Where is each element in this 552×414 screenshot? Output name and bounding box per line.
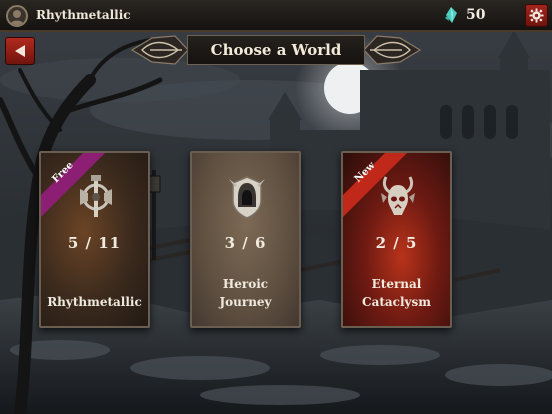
world-card-heroic-journey[interactable]: 3 / 6 Heroic Journey xyxy=(190,151,301,328)
world-name: Rhythmetallic xyxy=(47,295,142,309)
avatar-silhouette-icon xyxy=(10,10,24,25)
world-name-line-2: Journey xyxy=(219,295,272,309)
gear-icon xyxy=(529,8,544,23)
world-name: Eternal Cataclysm xyxy=(343,275,450,311)
top-bar: Rhythmetallic 50 xyxy=(0,0,552,32)
world-card-eternal-cataclysm[interactable]: 2 / 5 Eternal Cataclysm New xyxy=(341,151,452,328)
gem-icon xyxy=(445,7,457,23)
hooded-hero-emblem-icon xyxy=(229,176,265,219)
world-progress: 3 / 6 xyxy=(224,234,267,252)
player-name: Rhythmetallic xyxy=(36,8,131,22)
world-name-line-1: Heroic xyxy=(222,277,269,291)
world-name: Heroic Journey xyxy=(192,275,299,311)
player-avatar[interactable] xyxy=(6,5,28,27)
demon-skull-emblem-icon xyxy=(381,176,415,215)
page-title: Choose a World xyxy=(187,35,365,65)
world-name-line-1: Eternal xyxy=(371,277,422,291)
gem-count: 50 xyxy=(466,7,486,23)
guitar-emblem-icon xyxy=(80,175,112,217)
back-button[interactable] xyxy=(5,37,35,65)
world-card-rhythmetallic[interactable]: 5 / 11 Rhythmetallic Free xyxy=(39,151,150,328)
back-arrow-icon xyxy=(15,45,25,57)
world-progress: 5 / 11 xyxy=(67,234,122,252)
settings-button[interactable] xyxy=(525,4,548,27)
world-name-line-2: Cataclysm xyxy=(362,295,431,309)
world-progress: 2 / 5 xyxy=(375,234,418,252)
